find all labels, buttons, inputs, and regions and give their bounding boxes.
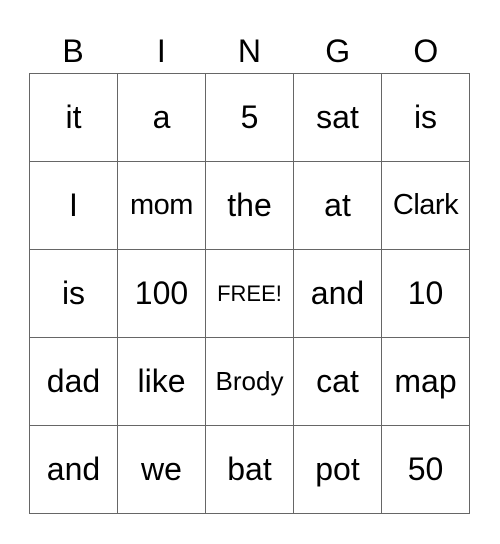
bingo-cell: mom bbox=[117, 161, 206, 250]
bingo-cell: is bbox=[29, 249, 118, 338]
bingo-cell: 5 bbox=[205, 73, 294, 162]
bingo-cell: and bbox=[293, 249, 382, 338]
grid-row: I mom the at Clark bbox=[29, 161, 470, 250]
header-letter: G bbox=[325, 33, 351, 69]
bingo-cell: 10 bbox=[381, 249, 470, 338]
grid-row: it a 5 sat is bbox=[29, 73, 470, 162]
bingo-cell: 100 bbox=[117, 249, 206, 338]
bingo-cell: bat bbox=[205, 425, 294, 514]
grid-row: and we bat pot 50 bbox=[29, 425, 470, 514]
header-letter: B bbox=[62, 33, 84, 69]
bingo-cell: dad bbox=[29, 337, 118, 426]
bingo-cell: at bbox=[293, 161, 382, 250]
bingo-cell: it bbox=[29, 73, 118, 162]
header-letter: I bbox=[156, 33, 166, 69]
grid-row: is 100 FREE! and 10 bbox=[29, 249, 470, 338]
bingo-cell: like bbox=[117, 337, 206, 426]
header-letter: N bbox=[237, 33, 262, 69]
grid-row: dad like Brody cat map bbox=[29, 337, 470, 426]
bingo-cell: Brody bbox=[205, 337, 294, 426]
bingo-cell: a bbox=[117, 73, 206, 162]
bingo-cell: and bbox=[29, 425, 118, 514]
bingo-cell: cat bbox=[293, 337, 382, 426]
bingo-header: B I N G O bbox=[29, 30, 470, 73]
bingo-cell: is bbox=[381, 73, 470, 162]
bingo-cell: pot bbox=[293, 425, 382, 514]
bingo-cell: I bbox=[29, 161, 118, 250]
free-space-cell: FREE! bbox=[205, 249, 294, 338]
bingo-grid: it a 5 sat is I mom the at Clark is 100 … bbox=[29, 73, 470, 514]
bingo-cell: we bbox=[117, 425, 206, 514]
bingo-cell: map bbox=[381, 337, 470, 426]
bingo-cell: Clark bbox=[381, 161, 470, 250]
bingo-cell: the bbox=[205, 161, 294, 250]
header-letter: O bbox=[413, 33, 439, 69]
bingo-cell: sat bbox=[293, 73, 382, 162]
bingo-cell: 50 bbox=[381, 425, 470, 514]
